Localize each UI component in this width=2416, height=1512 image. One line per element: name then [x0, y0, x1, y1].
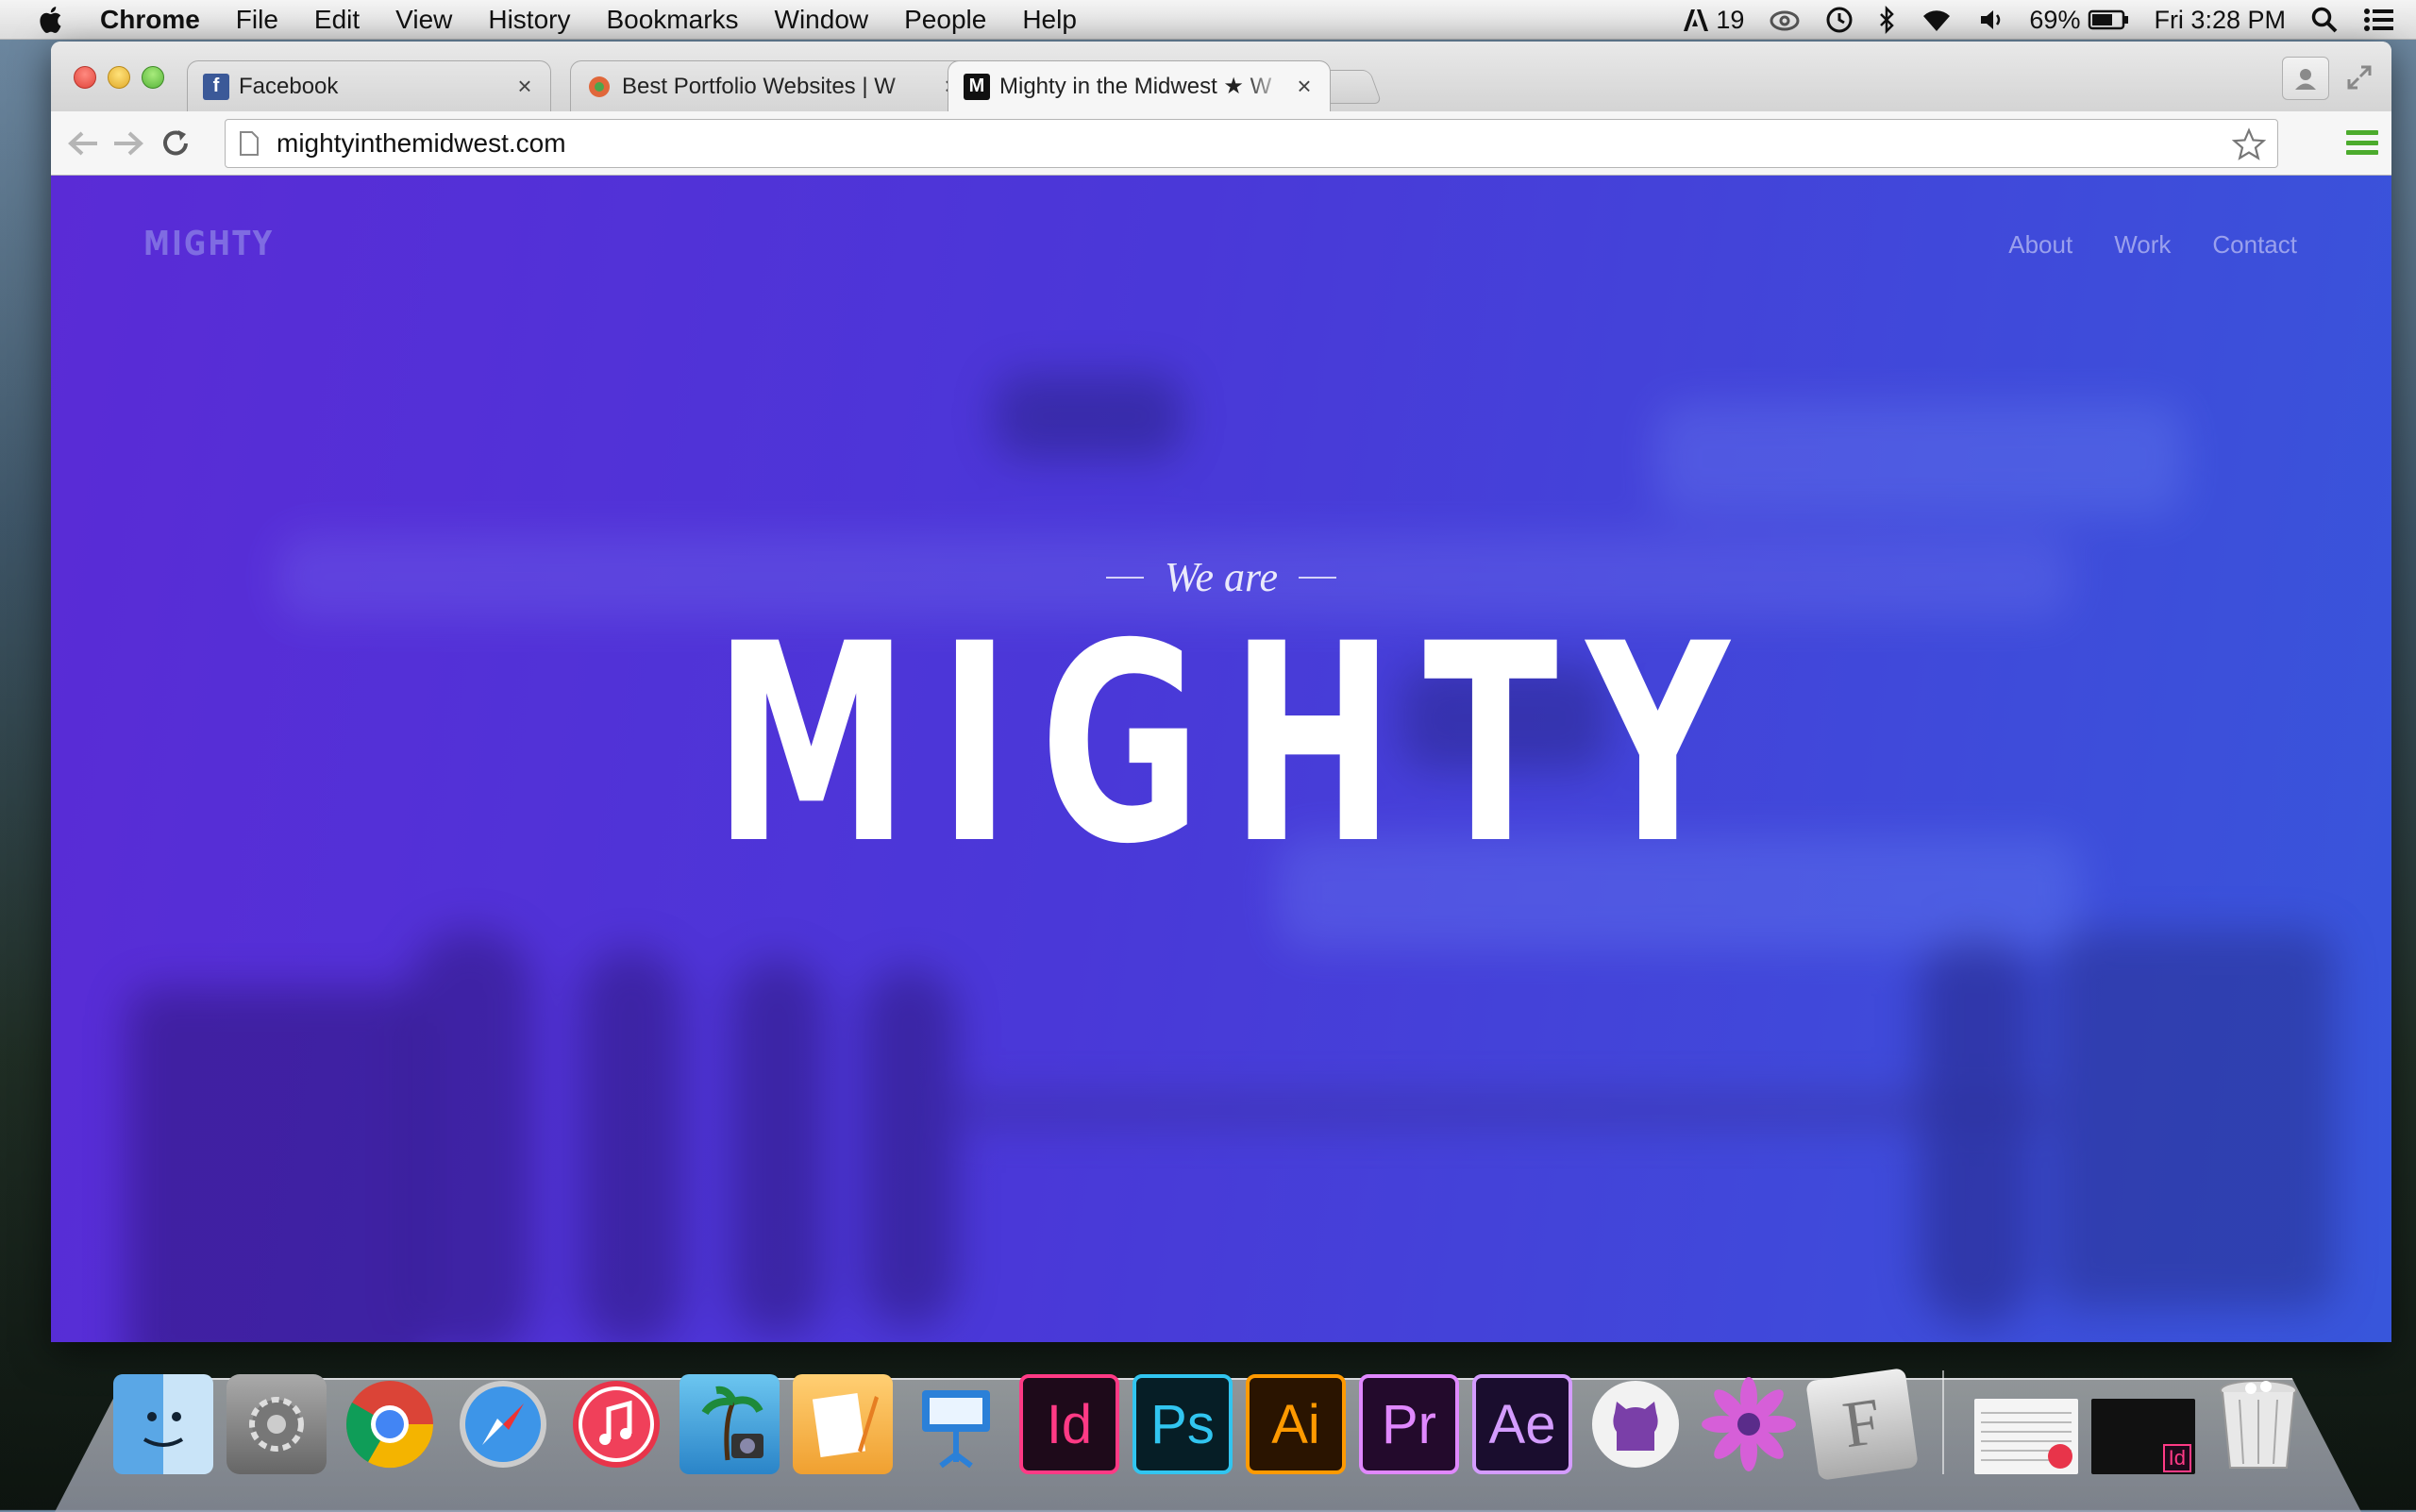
menu-bookmarks[interactable]: Bookmarks — [606, 5, 738, 35]
address-bar[interactable]: mightyinthemidwest.com — [225, 119, 2278, 168]
profile-button[interactable] — [2282, 57, 2329, 100]
battery-icon — [2089, 9, 2129, 30]
finder-icon[interactable] — [113, 1374, 213, 1474]
back-arrow-icon — [68, 131, 97, 156]
time-machine-icon[interactable] — [1825, 6, 1854, 34]
menu-people[interactable]: People — [904, 5, 986, 35]
notification-center-icon[interactable] — [2363, 7, 2395, 33]
forward-arrow-icon — [114, 131, 143, 156]
illustrator-icon[interactable]: Ai — [1246, 1374, 1346, 1474]
close-window-button[interactable] — [74, 66, 96, 89]
reload-icon — [163, 130, 188, 156]
flower-icon[interactable] — [1699, 1374, 1799, 1474]
site-logo[interactable]: MIGHTY — [143, 225, 274, 263]
indesign-icon[interactable]: Id — [1019, 1374, 1119, 1474]
itunes-icon[interactable] — [566, 1374, 666, 1474]
github-icon[interactable] — [1586, 1374, 1686, 1474]
menu-help[interactable]: Help — [1022, 5, 1077, 35]
nav-about[interactable]: About — [2008, 230, 2072, 260]
iphoto-icon[interactable] — [680, 1374, 780, 1474]
back-button[interactable] — [64, 125, 102, 162]
menu-edit[interactable]: Edit — [314, 5, 360, 35]
tab-title: Mighty in the Midwest ★ W — [999, 74, 1272, 99]
status-area: 19 69% Fri 3:28 PM — [1682, 0, 2395, 40]
minimize-window-button[interactable] — [108, 66, 130, 89]
menu-app-name[interactable]: Chrome — [100, 5, 200, 35]
nav-contact[interactable]: Contact — [2212, 230, 2297, 260]
battery-percent: 69% — [2029, 5, 2081, 34]
wifi-icon[interactable] — [1920, 7, 1954, 33]
tab-title: Facebook — [239, 73, 339, 99]
photoshop-icon[interactable]: Ps — [1132, 1374, 1233, 1474]
tab-facebook[interactable]: f Facebook × — [187, 60, 551, 111]
tab-title: Best Portfolio Websites | W — [622, 73, 896, 99]
adobe-status[interactable]: 19 — [1682, 6, 1744, 35]
browser-toolbar: mightyinthemidwest.com — [51, 111, 2391, 176]
tab-close-icon[interactable]: × — [1294, 72, 1315, 101]
portfolio-icon — [586, 74, 612, 100]
forward-button[interactable] — [109, 125, 147, 162]
reload-button[interactable] — [157, 125, 194, 162]
fullscreen-arrows-icon — [2347, 65, 2372, 90]
hero-headline: MIGHTY — [713, 586, 1758, 904]
system-preferences-icon[interactable] — [226, 1374, 327, 1474]
menu-view[interactable]: View — [395, 5, 452, 35]
hamburger-bar — [2346, 140, 2378, 145]
adobe-icon — [1684, 9, 1709, 31]
tab-portfolio[interactable]: Best Portfolio Websites | W × — [570, 60, 978, 111]
safari-icon[interactable] — [453, 1374, 553, 1474]
webpage-hero: MIGHTY About Work Contact We are MIGHTY — [51, 176, 2391, 1342]
bookmark-star-icon[interactable] — [2231, 127, 2267, 168]
minimized-indesign-window[interactable]: Id — [2091, 1399, 2195, 1474]
menu-window[interactable]: Window — [775, 5, 869, 35]
trash-icon[interactable] — [2208, 1374, 2308, 1474]
creative-cloud-icon[interactable] — [1769, 8, 1801, 31]
apple-icon[interactable] — [36, 4, 68, 36]
zoom-window-button[interactable] — [142, 66, 164, 89]
hamburger-bar — [2346, 150, 2378, 155]
tagline-dash — [1105, 576, 1144, 579]
battery-status[interactable]: 69% — [2029, 6, 2129, 35]
keynote-icon[interactable] — [906, 1374, 1006, 1474]
chrome-icon[interactable] — [340, 1374, 440, 1474]
dock: Id Ps Ai Pr Ae F Id — [113, 1368, 2308, 1481]
browser-window: f Facebook × Best Portfolio Websites | W… — [51, 42, 2391, 1342]
site-nav: About Work Contact — [2008, 230, 2297, 260]
user-icon — [2295, 69, 2316, 90]
dock-separator — [1942, 1370, 1944, 1474]
chrome-menu-button[interactable] — [2346, 126, 2378, 159]
spotlight-icon[interactable] — [2310, 6, 2339, 34]
menu-bar: Chrome File Edit View History Bookmarks … — [0, 0, 2416, 40]
hamburger-bar — [2346, 130, 2378, 135]
nav-work[interactable]: Work — [2114, 230, 2171, 260]
tagline-dash — [1299, 576, 1337, 579]
address-url[interactable]: mightyinthemidwest.com — [277, 128, 566, 159]
tab-mighty[interactable]: M Mighty in the Midwest ★ W × — [948, 60, 1331, 111]
pages-icon[interactable] — [793, 1374, 893, 1474]
fullscreen-button[interactable] — [2342, 60, 2376, 94]
premiere-icon[interactable]: Pr — [1359, 1374, 1459, 1474]
minimized-itunes-window[interactable] — [1974, 1399, 2078, 1474]
mighty-icon: M — [964, 73, 990, 100]
tab-close-icon[interactable]: × — [514, 72, 535, 101]
tab-strip: f Facebook × Best Portfolio Websites | W… — [51, 42, 2391, 111]
fontbook-icon[interactable]: F — [1805, 1368, 1919, 1481]
menu-file[interactable]: File — [236, 5, 278, 35]
menu-clock[interactable]: Fri 3:28 PM — [2154, 6, 2286, 35]
after-effects-icon[interactable]: Ae — [1472, 1374, 1572, 1474]
page-icon — [239, 130, 260, 157]
volume-icon[interactable] — [1978, 8, 2005, 32]
hero-text: We are MIGHTY — [51, 553, 2391, 882]
adobe-count: 19 — [1716, 5, 1745, 34]
menu-history[interactable]: History — [488, 5, 570, 35]
bluetooth-icon[interactable] — [1878, 6, 1895, 34]
minimized-badge: Id — [2162, 1444, 2191, 1472]
facebook-icon: f — [203, 73, 229, 100]
